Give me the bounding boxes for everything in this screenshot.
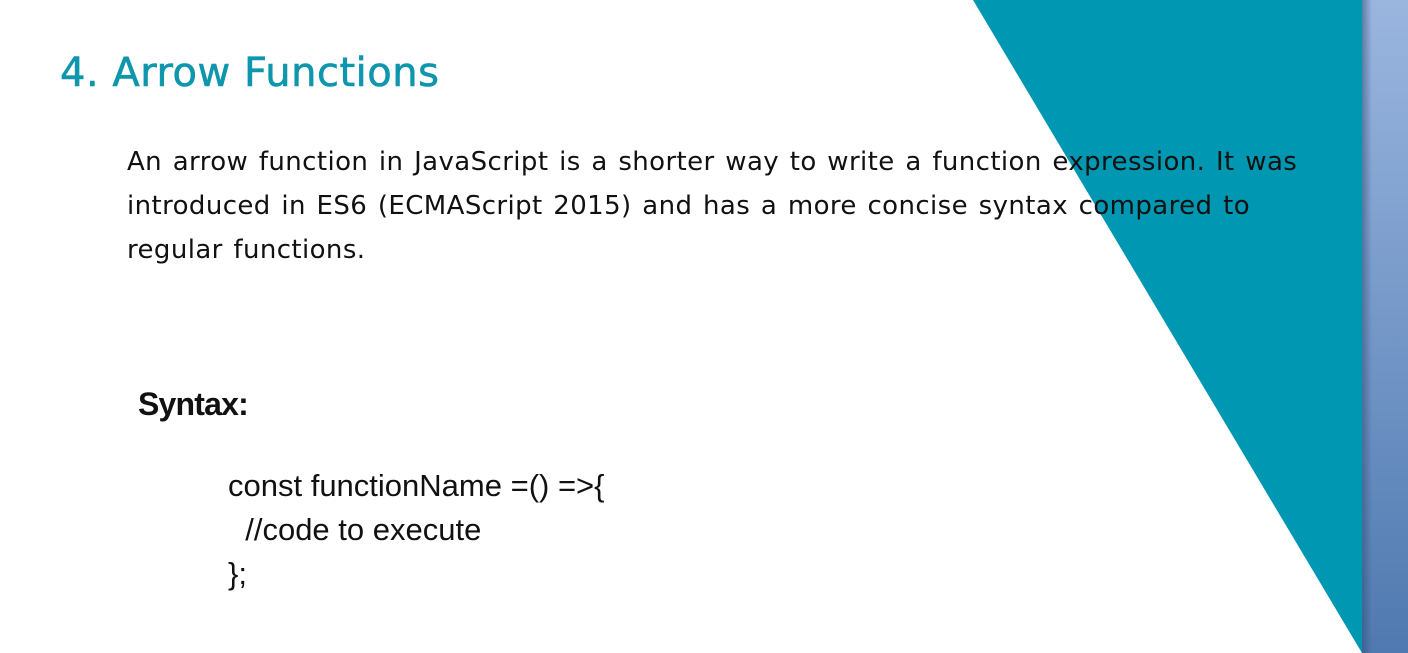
slide-title: 4. Arrow Functions <box>60 50 440 97</box>
code-line: const functionName =() =>{ <box>228 468 605 503</box>
syntax-heading: Syntax: <box>138 386 249 422</box>
slide-background-decoration <box>973 0 1408 653</box>
description-paragraph: An arrow function in JavaScript is a sho… <box>127 147 1298 265</box>
teal-triangle-shape <box>973 0 1362 653</box>
slide: 4. Arrow Functions An arrow function in … <box>0 0 1408 653</box>
right-side-bar-shadow <box>1362 0 1372 653</box>
code-line: }; <box>228 556 247 591</box>
code-example: const functionName =() =>{ //code to exe… <box>228 464 605 596</box>
code-line: //code to execute <box>228 512 482 547</box>
